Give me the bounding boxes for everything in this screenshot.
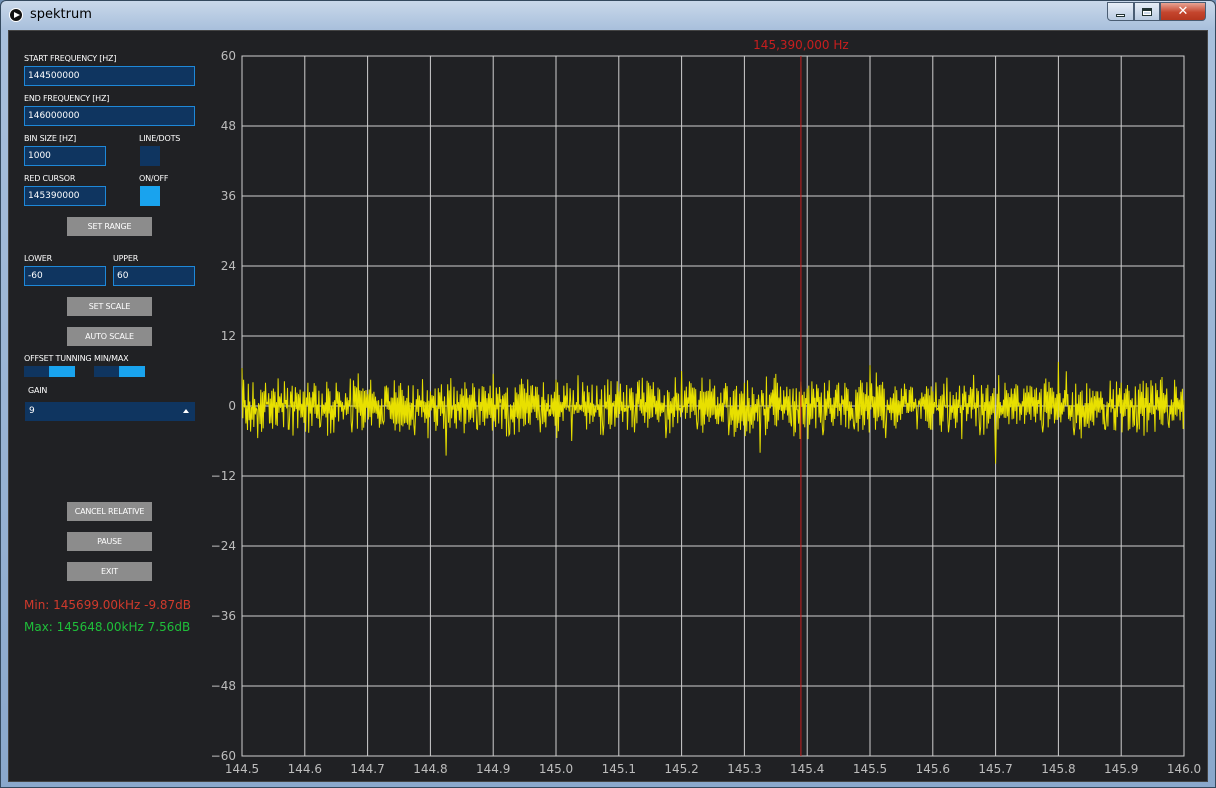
close-button[interactable]: ✕	[1160, 2, 1206, 21]
y-tick-label: 60	[221, 49, 236, 63]
x-tick-label: 145.4	[790, 762, 824, 776]
maximize-button[interactable]	[1134, 2, 1160, 21]
x-tick-label: 144.6	[288, 762, 322, 776]
y-tick-label: −24	[211, 539, 236, 553]
x-tick-label: 145.5	[853, 762, 887, 776]
y-tick-label: −36	[211, 609, 236, 623]
x-axis-ticks: 144.5 144.6 144.7 144.8 144.9 145.0 145.1 145.2…	[225, 762, 1201, 776]
y-tick-label: 12	[221, 329, 236, 343]
minimize-button[interactable]	[1107, 2, 1134, 21]
app-play-icon	[9, 8, 23, 22]
x-tick-label: 144.9	[476, 762, 510, 776]
close-icon: ✕	[1177, 4, 1189, 19]
cursor-label: 145,390,000 Hz	[753, 38, 848, 52]
y-tick-label: 48	[221, 119, 236, 133]
title-bar[interactable]: spektrum ✕	[1, 1, 1215, 29]
y-axis-ticks: 60 48 36 24 12 0 −12 −24 −36 −48 −60	[211, 49, 236, 763]
maximize-icon	[1142, 7, 1152, 16]
x-tick-label: 145.1	[602, 762, 636, 776]
spectrum-trace	[241, 361, 1185, 464]
x-tick-label: 144.8	[413, 762, 447, 776]
y-tick-label: 0	[228, 399, 236, 413]
chart-grid	[241, 55, 1185, 757]
y-tick-label: −48	[211, 679, 236, 693]
spectrum-chart[interactable]: 60483624120−12−24−36−48−60 144.5 144.6 144…	[9, 31, 1209, 783]
x-tick-label: 144.7	[350, 762, 384, 776]
window-title: spektrum	[30, 7, 92, 22]
x-tick-label: 145.7	[978, 762, 1012, 776]
y-tick-label: 24	[221, 259, 236, 273]
x-tick-label: 145.2	[664, 762, 698, 776]
x-tick-label: 145.8	[1041, 762, 1075, 776]
client-area: START FREQUENCY [HZ] 144500000 END FREQU…	[8, 30, 1208, 782]
x-tick-label: 144.5	[225, 762, 259, 776]
y-tick-label: 36	[221, 189, 236, 203]
app-window: spektrum ✕ START FREQUENCY [HZ] 14450000…	[0, 0, 1216, 788]
x-tick-label: 145.9	[1104, 762, 1138, 776]
x-tick-label: 146.0	[1167, 762, 1201, 776]
y-tick-label: −60	[211, 749, 236, 763]
x-tick-label: 145.3	[727, 762, 761, 776]
minimize-icon	[1116, 13, 1125, 17]
y-tick-label: −12	[211, 469, 236, 483]
x-tick-label: 145.0	[539, 762, 573, 776]
x-tick-label: 145.6	[916, 762, 950, 776]
